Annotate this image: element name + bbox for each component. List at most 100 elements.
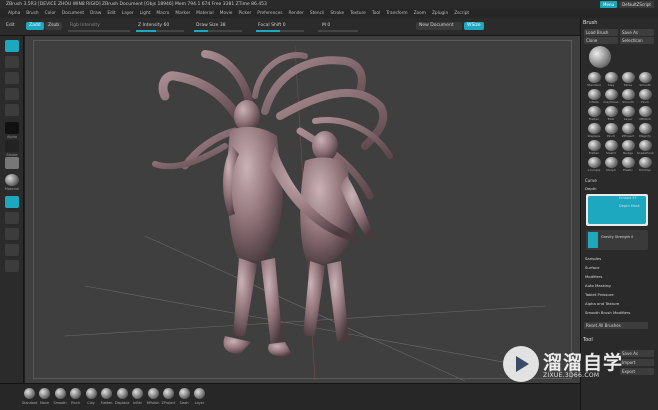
reset-all-brushes-button[interactable]: Reset All Brushes <box>584 322 648 329</box>
tablet-pressure-section[interactable]: Tablet Pressure <box>585 292 614 297</box>
brush-tile-icon[interactable] <box>639 72 652 83</box>
brush-tile-icon[interactable] <box>605 89 618 100</box>
brush-tile-icon[interactable] <box>605 123 618 134</box>
embed-slider[interactable]: Embed 57 <box>619 196 637 200</box>
texture-icon[interactable] <box>5 157 19 169</box>
brush-tile-icon[interactable] <box>639 106 652 117</box>
floor-icon[interactable] <box>5 228 19 240</box>
brush-tile-icon[interactable] <box>622 157 635 168</box>
brush-tile-icon[interactable] <box>588 106 601 117</box>
shelf-brush-button[interactable]: Move <box>38 388 52 405</box>
material-icon[interactable] <box>5 174 19 186</box>
brush-tile-icon[interactable] <box>639 123 652 134</box>
menu-item[interactable]: Light <box>140 11 151 16</box>
rgb-intensity-slider[interactable]: Rgb Intensity <box>70 23 100 28</box>
brush-tile-icon[interactable] <box>639 157 652 168</box>
brush-tile-icon[interactable] <box>605 140 618 151</box>
wsize-button[interactable]: WSize <box>464 22 484 30</box>
move-mode-icon[interactable] <box>5 72 19 84</box>
frame-icon[interactable] <box>5 260 19 272</box>
gravity-strength-slider[interactable]: Gravity Strength 0 <box>601 235 633 239</box>
menu-item[interactable]: Stencil <box>310 11 325 16</box>
menu-item[interactable]: Zscript <box>454 11 469 16</box>
samples-section[interactable]: Samples <box>585 256 601 261</box>
brush-palette-title[interactable]: Brush <box>583 20 597 26</box>
brush-tile-icon[interactable] <box>639 89 652 100</box>
scale-mode-icon[interactable] <box>5 88 19 100</box>
edit-mode-icon[interactable] <box>5 40 19 52</box>
menu-item[interactable]: Render <box>289 11 304 16</box>
brush-tile-icon[interactable] <box>622 106 635 117</box>
clone-button[interactable]: Clone <box>584 37 618 44</box>
shelf-brush-button[interactable]: Standard <box>22 388 37 405</box>
menu-item[interactable]: Zplugin <box>432 11 448 16</box>
z-intensity-slider[interactable]: Z Intensity 60 <box>138 23 169 28</box>
brush-tile-icon[interactable] <box>622 89 635 100</box>
draw-mode-icon[interactable] <box>5 56 19 68</box>
sculpt-viewport[interactable] <box>25 36 580 383</box>
brush-tile-icon[interactable] <box>588 89 601 100</box>
menu-item[interactable]: Macro <box>156 11 169 16</box>
menu-item[interactable]: Texture <box>350 11 366 16</box>
brush-tile-icon[interactable] <box>622 72 635 83</box>
brush-tile-icon[interactable] <box>588 157 601 168</box>
menu-item[interactable]: Edit <box>107 11 115 16</box>
zsub-button[interactable]: Zsub <box>45 22 63 30</box>
shelf-brush-button[interactable]: ZProject <box>162 388 176 405</box>
brush-tile-icon[interactable] <box>622 140 635 151</box>
shelf-brush-button[interactable]: Displace <box>115 388 129 405</box>
modifiers-section[interactable]: Modifiers <box>585 274 602 279</box>
select-icon-button[interactable]: SelectIcon <box>620 37 654 44</box>
default-zscript-button[interactable]: DefaultZScript <box>619 1 654 8</box>
shelf-brush-button[interactable]: Clay <box>84 388 98 405</box>
stroke-icon[interactable] <box>5 140 19 152</box>
brush-tile-icon[interactable] <box>605 72 618 83</box>
rotate-mode-icon[interactable] <box>5 104 19 116</box>
brush-tile-icon[interactable] <box>622 123 635 134</box>
brush-tile-icon[interactable] <box>605 106 618 117</box>
shelf-brush-button[interactable]: Layer <box>193 388 207 405</box>
alpha-icon[interactable] <box>5 122 19 134</box>
brush-tile-icon[interactable] <box>588 123 601 134</box>
menu-item[interactable]: Tool <box>372 11 380 16</box>
menu-item[interactable]: Preferences <box>257 11 282 16</box>
brush-tile-icon[interactable] <box>588 140 601 151</box>
menu-item[interactable]: Transform <box>386 11 407 16</box>
shelf-brush-button[interactable]: MPolish <box>146 388 160 405</box>
edit-toggle[interactable]: Edit <box>6 23 15 28</box>
menu-item[interactable]: Picker <box>238 11 251 16</box>
menu-item[interactable]: Zoom <box>414 11 426 16</box>
smooth-brush-modifiers-section[interactable]: Smooth Brush Modifiers <box>585 310 630 315</box>
shelf-brush-button[interactable]: Pinch <box>69 388 83 405</box>
menu-item[interactable]: Marker <box>175 11 190 16</box>
surface-section[interactable]: Surface <box>585 265 599 270</box>
menu-item[interactable]: Alpha <box>8 11 20 16</box>
brush-tile-icon[interactable] <box>588 72 601 83</box>
draw-size-slider[interactable]: Draw Size 38 <box>196 23 226 28</box>
depth-mask-label[interactable]: Depth Mask <box>619 204 640 208</box>
shelf-brush-button[interactable]: Smooth <box>53 388 67 405</box>
m-track[interactable] <box>318 30 358 32</box>
save-as-button[interactable]: Save As <box>620 29 654 36</box>
new-document-button[interactable]: New Document <box>416 22 462 30</box>
brush-tile-icon[interactable] <box>639 140 652 151</box>
current-brush-preview[interactable] <box>589 46 611 68</box>
menu-button[interactable]: Menu <box>600 1 618 8</box>
menu-item[interactable]: Layer <box>122 11 134 16</box>
brush-tile-icon[interactable] <box>605 157 618 168</box>
rgb-intensity-track[interactable] <box>68 30 130 32</box>
persp-icon[interactable] <box>5 212 19 224</box>
auto-masking-section[interactable]: Auto Masking <box>585 283 611 288</box>
depth-curve-box[interactable] <box>586 194 648 226</box>
xpose-icon[interactable] <box>5 196 19 208</box>
load-brush-button[interactable]: Load Brush <box>584 29 618 36</box>
menu-item[interactable]: Color <box>45 11 56 16</box>
document-canvas[interactable] <box>25 36 580 383</box>
menu-item[interactable]: Document <box>62 11 84 16</box>
shelf-brush-button[interactable]: Inflat <box>131 388 145 405</box>
menu-item[interactable]: Draw <box>90 11 101 16</box>
local-icon[interactable] <box>5 244 19 256</box>
focal-shift-slider[interactable]: Focal Shift 0 <box>258 23 286 28</box>
shelf-brush-button[interactable]: Flatten <box>100 388 114 405</box>
m-slider[interactable]: M 0 <box>322 23 330 28</box>
